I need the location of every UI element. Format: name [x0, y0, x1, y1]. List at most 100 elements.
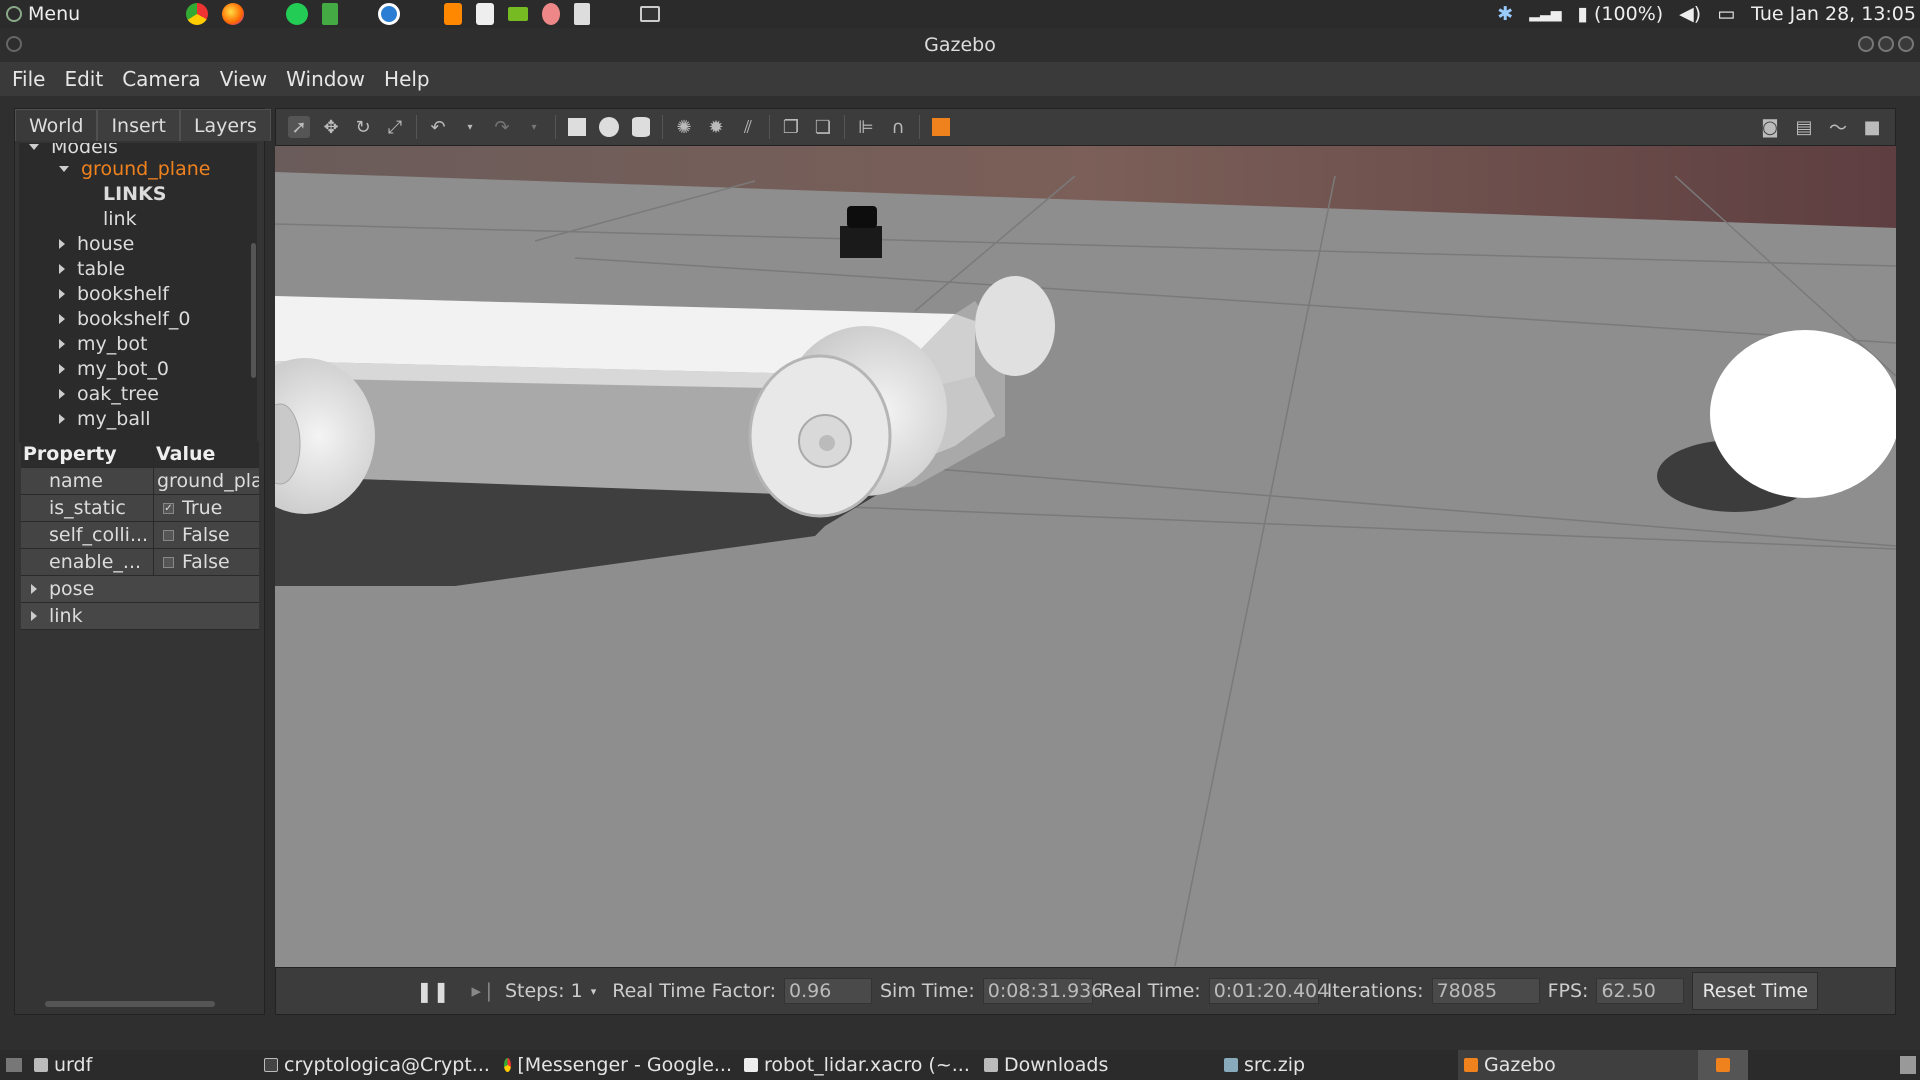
tab-insert[interactable]: Insert [97, 109, 180, 141]
property-group-pose[interactable]: pose [21, 576, 259, 603]
battery-indicator[interactable]: ▮ (100%) [1578, 3, 1664, 25]
expand-arrow-icon[interactable] [59, 339, 65, 349]
task-gazebo[interactable]: Gazebo [1458, 1050, 1698, 1080]
undo-dropdown-icon[interactable]: ▾ [459, 116, 481, 138]
tree-item-my-bot-0[interactable]: my_bot_0 [59, 357, 169, 381]
show-desktop-icon[interactable] [6, 1058, 22, 1072]
menu-edit[interactable]: Edit [64, 67, 103, 91]
screenshot-icon[interactable]: ◙ [1759, 116, 1781, 138]
tab-world[interactable]: World [15, 109, 98, 141]
steps-selector[interactable]: Steps: 1 [505, 980, 583, 1002]
property-group-link[interactable]: link [21, 603, 259, 630]
tree-item-ground-plane[interactable]: ground_plane [59, 157, 210, 181]
chrome-icon[interactable] [186, 3, 209, 25]
align-icon[interactable]: ⊫ [855, 116, 877, 138]
3d-viewport[interactable] [275, 146, 1896, 967]
network-icon[interactable]: ▂▃▅ [1529, 6, 1561, 22]
tree-scrollbar[interactable] [251, 243, 256, 378]
tree-item-my-ball[interactable]: my_ball [59, 407, 151, 431]
workspace-switcher[interactable] [1698, 1050, 1748, 1080]
panel-horizontal-scrollbar[interactable] [45, 1001, 215, 1007]
maximize-button[interactable] [1878, 36, 1894, 52]
bluetooth-icon[interactable]: ✱ [1497, 3, 1513, 25]
minimize-button[interactable] [1858, 36, 1874, 52]
tree-item-my-bot[interactable]: my_bot [59, 332, 147, 356]
video-record-icon[interactable]: ■ [1861, 116, 1883, 138]
view-angle-icon[interactable] [930, 116, 952, 138]
task-downloads[interactable]: Downloads [978, 1050, 1218, 1080]
property-value-checkbox[interactable]: ✓ True [154, 495, 259, 521]
spot-light-icon[interactable]: ✹ [705, 116, 727, 138]
menu-view[interactable]: View [220, 67, 267, 91]
expand-arrow-icon[interactable] [59, 414, 65, 424]
step-icon[interactable]: ▸❘ [472, 980, 497, 1002]
trash-icon[interactable] [1900, 1056, 1916, 1074]
paint-icon[interactable] [542, 3, 561, 25]
redo-dropdown-icon[interactable]: ▾ [523, 116, 545, 138]
box-shape-icon[interactable] [566, 116, 588, 138]
text-editor-icon[interactable] [574, 3, 591, 25]
expand-arrow-icon[interactable] [59, 239, 65, 249]
volume-icon[interactable]: ◀) [1679, 3, 1701, 25]
expand-arrow-icon[interactable] [59, 166, 69, 172]
sphere-shape-icon[interactable] [598, 116, 620, 138]
property-value-field[interactable]: ground_pla [154, 468, 259, 494]
task-chrome[interactable]: [Messenger - Google... [498, 1050, 738, 1080]
menu-window[interactable]: Window [286, 67, 365, 91]
sublime-icon[interactable] [444, 3, 463, 25]
task-terminal[interactable]: cryptologica@Crypt... [258, 1050, 498, 1080]
task-src-zip[interactable]: src.zip [1218, 1050, 1458, 1080]
expand-arrow-icon[interactable] [31, 611, 37, 621]
tree-item-table[interactable]: table [59, 257, 125, 281]
expand-arrow-icon[interactable] [29, 144, 39, 150]
select-mode-icon[interactable]: ➚ [288, 116, 310, 138]
cylinder-shape-icon[interactable] [630, 116, 652, 138]
checkbox-icon[interactable] [163, 556, 174, 568]
point-light-icon[interactable]: ✺ [673, 116, 695, 138]
expand-arrow-icon[interactable] [59, 314, 65, 324]
system-menu-button[interactable]: Menu [0, 3, 86, 25]
window-menu-icon[interactable] [6, 36, 22, 52]
terminal-icon[interactable] [640, 6, 661, 22]
menu-camera[interactable]: Camera [122, 67, 201, 91]
expand-arrow-icon[interactable] [31, 584, 37, 594]
display-icon[interactable]: ▭ [1717, 3, 1735, 25]
tree-item-bookshelf-0[interactable]: bookshelf_0 [59, 307, 191, 331]
menu-help[interactable]: Help [384, 67, 430, 91]
task-editor[interactable]: robot_lidar.xacro (~... [738, 1050, 978, 1080]
menu-file[interactable]: File [12, 67, 45, 91]
nvidia-icon[interactable] [508, 7, 529, 21]
property-value-checkbox[interactable]: False [154, 522, 259, 548]
checkbox-icon[interactable] [163, 529, 174, 541]
spotify-icon[interactable] [286, 3, 309, 25]
tree-item-link[interactable]: link [103, 207, 137, 231]
checkmark-icon[interactable]: ✓ [163, 502, 174, 514]
expand-arrow-icon[interactable] [59, 264, 65, 274]
undo-icon[interactable]: ↶ [427, 116, 449, 138]
paste-icon[interactable]: ❏ [812, 116, 834, 138]
reset-time-button[interactable]: Reset Time [1692, 972, 1819, 1010]
expand-arrow-icon[interactable] [59, 389, 65, 399]
window-titlebar[interactable]: Gazebo [0, 28, 1920, 62]
expand-arrow-icon[interactable] [59, 289, 65, 299]
tab-layers[interactable]: Layers [179, 109, 271, 141]
property-value-checkbox[interactable]: False [154, 549, 259, 575]
scale-mode-icon[interactable]: ⤢ [384, 116, 406, 138]
tree-item-bookshelf[interactable]: bookshelf [59, 282, 169, 306]
redo-icon[interactable]: ↷ [491, 116, 513, 138]
close-button[interactable] [1898, 36, 1914, 52]
translate-mode-icon[interactable]: ✥ [320, 116, 342, 138]
steps-dropdown-icon[interactable]: ▾ [591, 985, 597, 998]
pause-icon[interactable]: ❚❚ [416, 979, 450, 1003]
rotate-mode-icon[interactable]: ↻ [352, 116, 374, 138]
clock[interactable]: Tue Jan 28, 13:05 [1751, 3, 1916, 25]
snap-icon[interactable]: ∩ [887, 116, 909, 138]
copy-icon[interactable]: ❐ [780, 116, 802, 138]
task-urdf[interactable]: urdf [28, 1050, 258, 1080]
xampp-icon[interactable] [476, 3, 495, 25]
skype-icon[interactable] [378, 3, 401, 25]
firefox-icon[interactable] [222, 3, 245, 25]
expand-arrow-icon[interactable] [59, 364, 65, 374]
plot-icon[interactable]: 〜 [1827, 116, 1849, 139]
libreoffice-icon[interactable] [322, 3, 339, 25]
